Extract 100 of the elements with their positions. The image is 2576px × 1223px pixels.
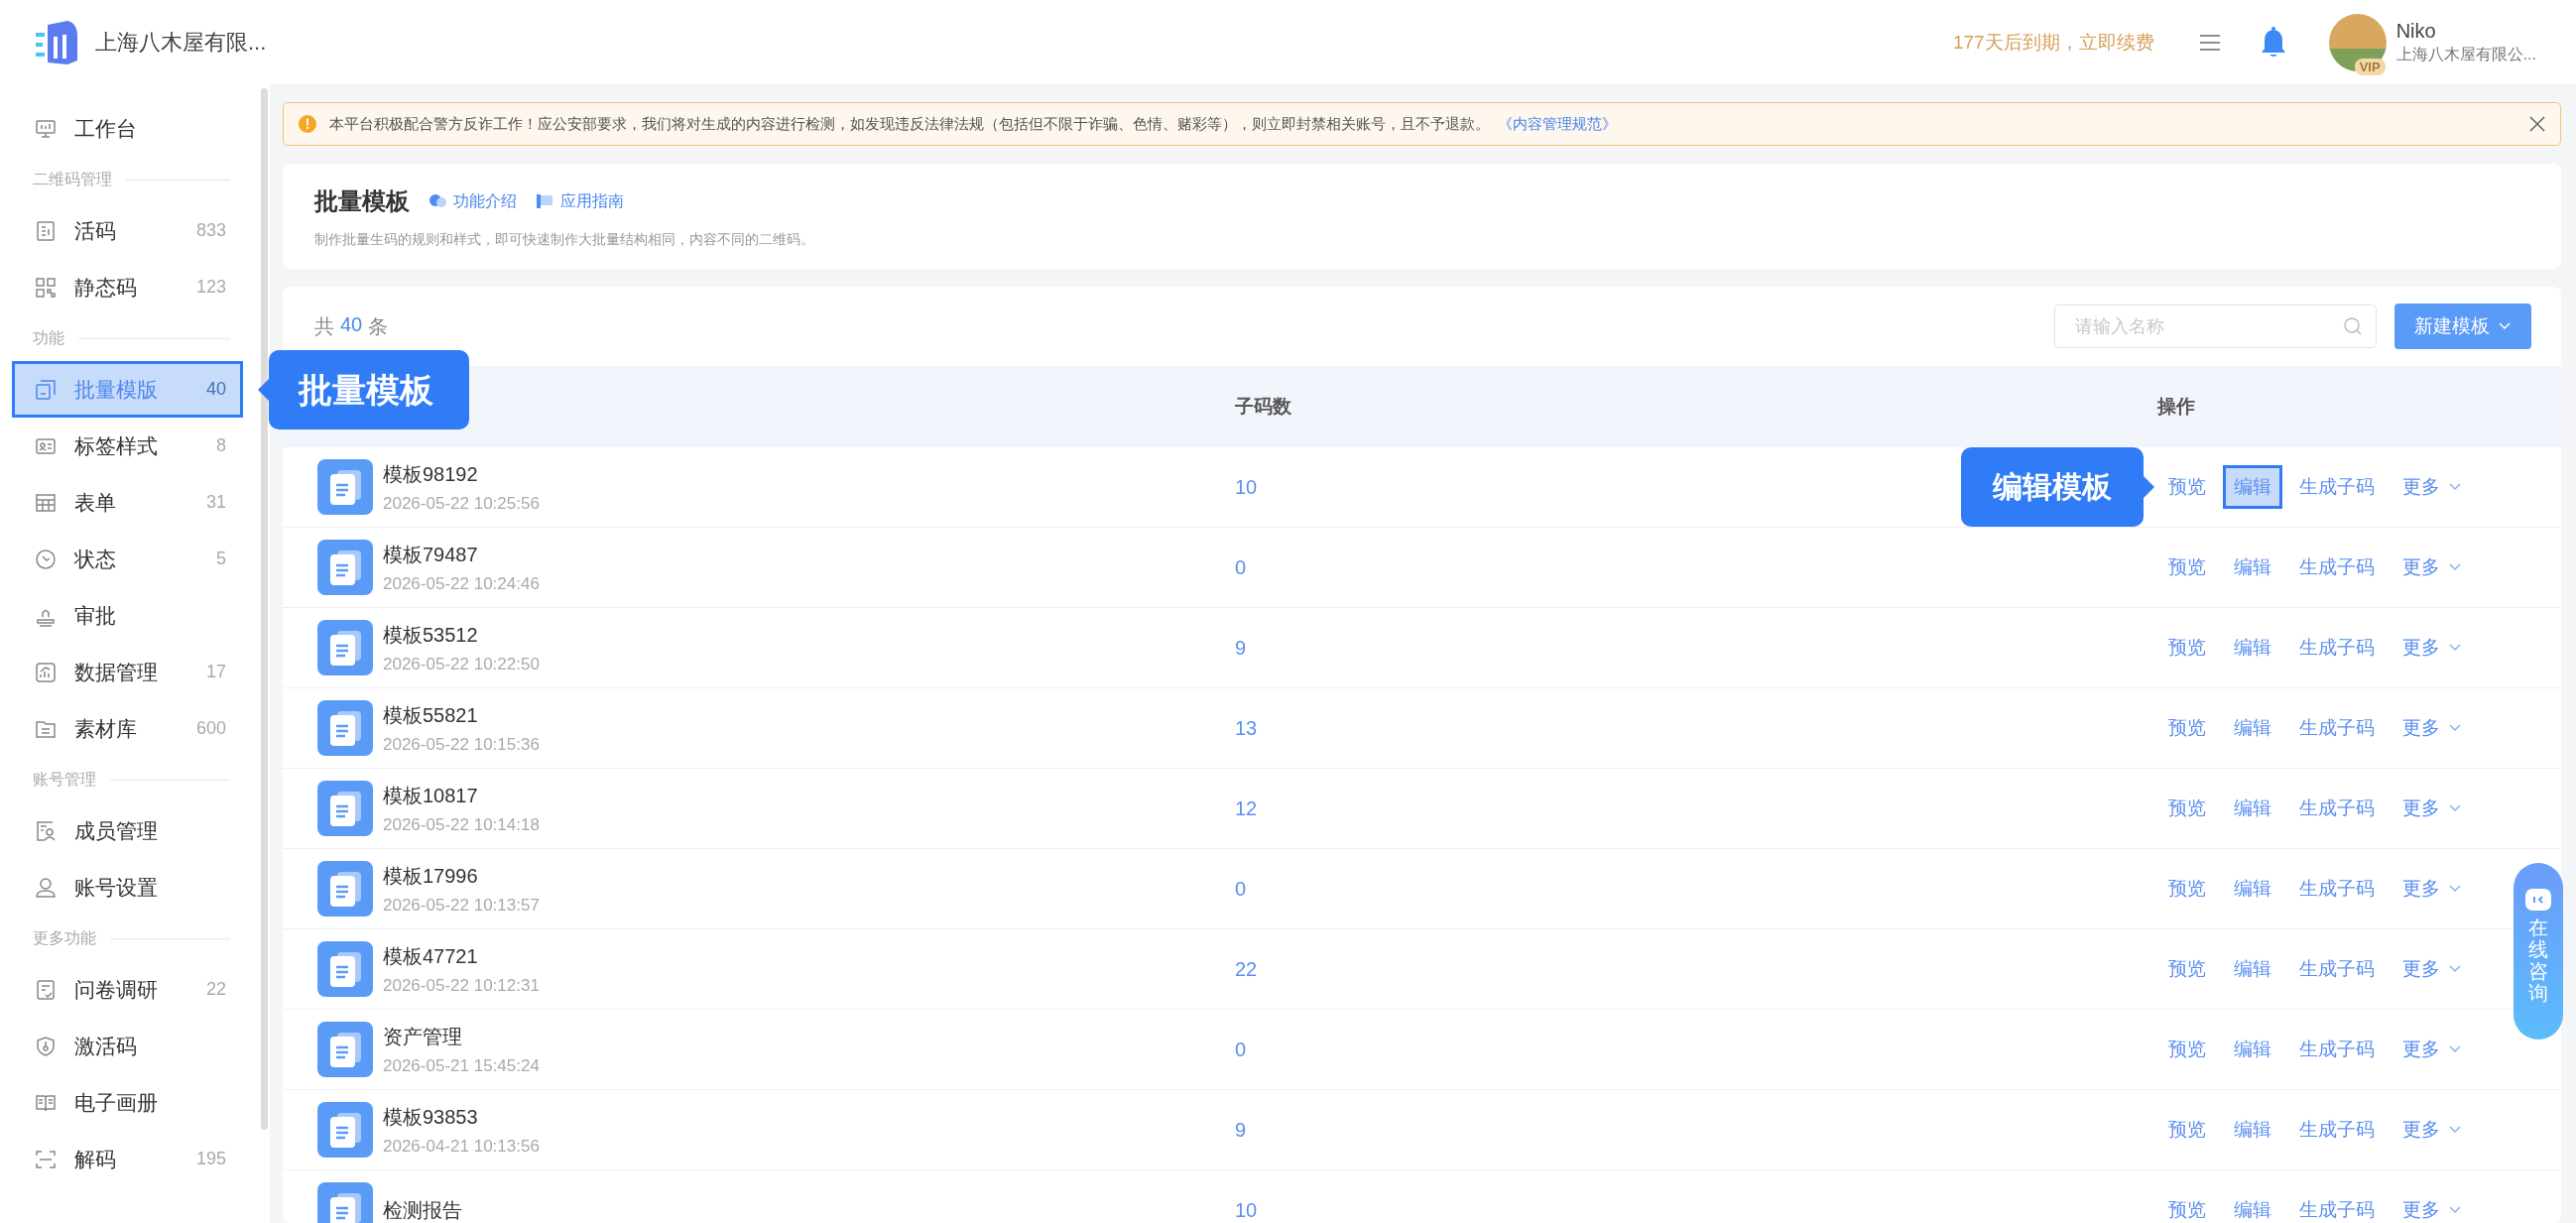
action-link[interactable]: 预览 — [2157, 1108, 2217, 1152]
help-link[interactable]: 应用指南 — [560, 190, 624, 212]
subcode-count: 9 — [1235, 1118, 1247, 1141]
action-link[interactable]: 编辑 — [2223, 787, 2282, 830]
scrollbar[interactable] — [261, 88, 268, 1130]
sidebar-item[interactable]: 激活码 — [12, 1018, 243, 1074]
action-link[interactable]: 预览 — [2157, 787, 2217, 830]
subcode-count: 0 — [1235, 555, 1247, 578]
chevron-down-icon — [2448, 803, 2462, 813]
sidebar-label: 活码 — [74, 217, 117, 244]
action-link[interactable]: 编辑 — [2223, 465, 2282, 509]
sidebar-item[interactable]: 解码 195 — [12, 1131, 243, 1187]
column-header: 操作 — [2157, 395, 2196, 419]
action-link[interactable]: 预览 — [2157, 546, 2217, 589]
action-link[interactable]: 生成子码 — [2288, 1188, 2386, 1223]
sidebar-item[interactable]: 成员管理 — [12, 802, 243, 859]
action-link[interactable]: 预览 — [2157, 867, 2217, 911]
document-icon — [317, 459, 373, 515]
item-count: 600 — [195, 718, 226, 739]
menu-icon[interactable] — [2197, 32, 2222, 53]
chevron-down-icon — [2448, 643, 2462, 653]
action-link[interactable]: 生成子码 — [2288, 1028, 2386, 1071]
action-link[interactable]: 生成子码 — [2288, 546, 2386, 589]
action-link[interactable]: 生成子码 — [2288, 867, 2386, 911]
sidebar-item[interactable]: 素材库 600 — [12, 700, 243, 757]
action-link[interactable]: 生成子码 — [2288, 626, 2386, 670]
created-time: 2026-05-22 10:14:18 — [383, 814, 540, 835]
action-link[interactable]: 生成子码 — [2288, 465, 2386, 509]
sidebar-item[interactable]: 账号设置 — [12, 859, 243, 916]
sidebar-item[interactable]: 静态码 123 — [12, 259, 243, 315]
table-icon — [35, 491, 57, 514]
action-link[interactable]: 预览 — [2157, 947, 2217, 991]
section-heading: 账号管理 — [33, 769, 96, 790]
subcode-count: 12 — [1235, 796, 1258, 819]
more-dropdown[interactable]: 更多 — [2392, 1108, 2473, 1152]
action-link[interactable]: 预览 — [2157, 626, 2217, 670]
more-dropdown[interactable]: 更多 — [2392, 947, 2473, 991]
action-link[interactable]: 生成子码 — [2288, 787, 2386, 830]
sidebar-item[interactable]: 电子画册 — [12, 1074, 243, 1131]
more-dropdown[interactable]: 更多 — [2392, 867, 2473, 911]
action-link[interactable]: 编辑 — [2223, 947, 2282, 991]
policy-link[interactable]: 《内容管理规范》 — [1498, 114, 1617, 132]
action-link[interactable]: 预览 — [2157, 706, 2217, 750]
sidebar-item[interactable]: 问卷调研 22 — [12, 961, 243, 1018]
notice-text: 本平台积极配合警方反诈工作！应公安部要求，我们将对生成的内容进行检测，如发现违反法律法规（包括但不限于诈骗、色情、赌彩等），则立即封禁相关账号，且不予退款。 《内容管理规范》 — [329, 114, 1618, 134]
action-link[interactable]: 生成子码 — [2288, 947, 2386, 991]
template-name: 模板93853 — [383, 1104, 479, 1130]
member-card-icon — [35, 819, 57, 842]
sidebar-label: 成员管理 — [74, 817, 159, 844]
action-link[interactable]: 编辑 — [2223, 867, 2282, 911]
sidebar-item[interactable]: 标签样式 8 — [12, 418, 243, 474]
more-dropdown[interactable]: 更多 — [2392, 465, 2473, 509]
chevron-down-icon — [2448, 723, 2462, 733]
chevron-down-icon — [2448, 1125, 2462, 1135]
created-time: 2026-05-22 10:22:50 — [383, 654, 540, 674]
sidebar-label: 标签样式 — [74, 432, 159, 459]
action-link[interactable]: 编辑 — [2223, 1028, 2282, 1071]
action-link[interactable]: 编辑 — [2223, 626, 2282, 670]
more-dropdown[interactable]: 更多 — [2392, 787, 2473, 830]
more-dropdown[interactable]: 更多 — [2392, 1188, 2473, 1223]
scan-icon — [35, 1148, 57, 1170]
created-time: 2026-04-21 10:13:56 — [383, 1136, 540, 1157]
more-dropdown[interactable]: 更多 — [2392, 626, 2473, 670]
sidebar-label: 状态 — [74, 546, 117, 572]
new-template-button[interactable]: 新建模板 — [2394, 304, 2531, 349]
help-link[interactable]: 功能介绍 — [453, 190, 517, 212]
sidebar-item[interactable]: 状态 5 — [12, 531, 243, 587]
action-link[interactable]: 编辑 — [2223, 1108, 2282, 1152]
chevron-down-icon — [2448, 1044, 2462, 1054]
action-link[interactable]: 编辑 — [2223, 546, 2282, 589]
sidebar-label: 工作台 — [74, 115, 138, 142]
action-link[interactable]: 编辑 — [2223, 706, 2282, 750]
action-link[interactable]: 预览 — [2157, 465, 2217, 509]
page-description: 制作批量生码的规则和样式，即可快速制作大批量结构相同，内容不同的二维码。 — [314, 231, 815, 249]
document-icon — [317, 540, 373, 595]
close-icon[interactable] — [2528, 115, 2546, 133]
more-dropdown[interactable]: 更多 — [2392, 546, 2473, 589]
more-dropdown[interactable]: 更多 — [2392, 1028, 2473, 1071]
document-icon — [317, 1102, 373, 1158]
consult-button[interactable]: 在线咨询 — [2514, 863, 2563, 1040]
action-link[interactable]: 编辑 — [2223, 1188, 2282, 1223]
item-count: 833 — [195, 220, 226, 241]
sidebar-item[interactable]: 表单 31 — [12, 474, 243, 531]
action-link[interactable]: 生成子码 — [2288, 706, 2386, 750]
sidebar-label: 素材库 — [74, 715, 138, 742]
logo-icon — [34, 18, 79, 66]
renew-link[interactable]: 177天后到期，立即续费 — [1952, 29, 2154, 56]
sidebar-item[interactable]: 工作台 — [12, 100, 243, 157]
bell-icon[interactable] — [2259, 26, 2287, 59]
action-link[interactable]: 生成子码 — [2288, 1108, 2386, 1152]
sidebar-label: 批量模版 — [74, 376, 159, 403]
template-name: 模板47721 — [383, 943, 479, 969]
action-link[interactable]: 预览 — [2157, 1028, 2217, 1071]
sidebar-item[interactable]: 活码 833 — [12, 202, 243, 259]
sidebar-item[interactable]: 审批 — [12, 587, 243, 644]
more-dropdown[interactable]: 更多 — [2392, 706, 2473, 750]
sidebar-item[interactable]: 数据管理 17 — [12, 644, 243, 700]
action-link[interactable]: 预览 — [2157, 1188, 2217, 1223]
document-icon — [317, 620, 373, 675]
item-count: 123 — [195, 277, 226, 298]
